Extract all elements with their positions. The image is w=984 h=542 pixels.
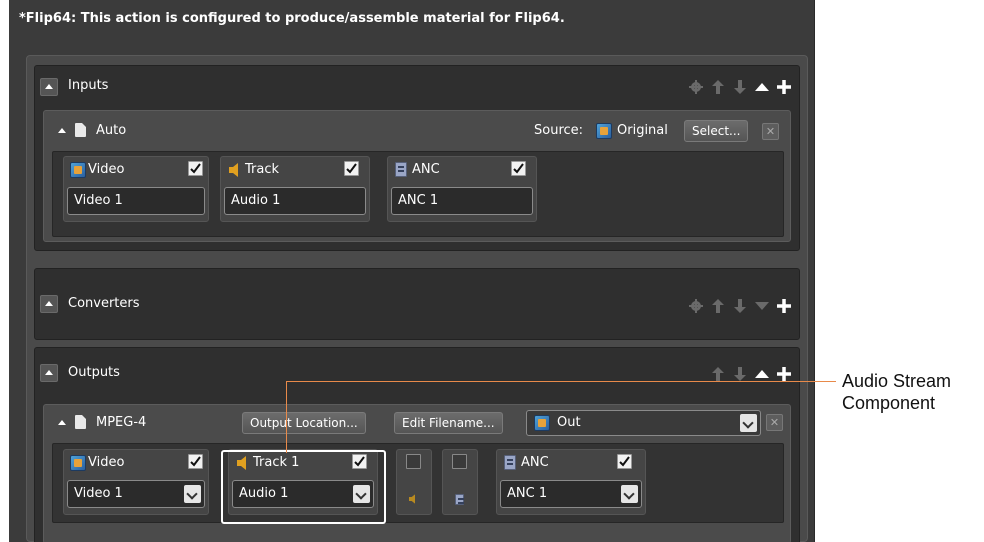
triangle-down-icon[interactable]	[755, 298, 769, 314]
gear-icon[interactable]	[689, 79, 703, 95]
video-label: Video	[88, 162, 125, 177]
video-select-value: Video 1	[74, 486, 123, 501]
sections-container: Inputs Auto Source: Original Select... ✕	[26, 55, 808, 542]
speaker-icon	[229, 163, 238, 177]
callout-line-vertical	[286, 381, 287, 453]
anc-label: ANC	[412, 162, 440, 177]
converters-collapse-button[interactable]	[40, 295, 58, 313]
chevron-down-icon[interactable]	[184, 485, 201, 503]
mpeg4-collapse-icon[interactable]	[58, 420, 66, 425]
source-label: Source:	[534, 123, 584, 138]
select-button[interactable]: Select...	[684, 120, 749, 142]
converters-section: Converters	[34, 268, 800, 340]
speaker-icon	[409, 494, 415, 504]
anc-icon	[395, 162, 407, 177]
inputs-collapse-button[interactable]	[40, 78, 58, 96]
action-panel: *Flip64: This action is configured to pr…	[9, 0, 815, 542]
document-icon	[75, 415, 86, 429]
gear-icon[interactable]	[689, 298, 703, 314]
arrow-down-icon[interactable]	[733, 298, 747, 314]
output-location-button[interactable]: Output Location...	[242, 412, 366, 434]
inputs-section: Inputs Auto Source: Original Select... ✕	[34, 65, 800, 251]
plus-icon[interactable]	[777, 366, 791, 382]
film-icon	[534, 415, 550, 431]
out-select-value: Out	[557, 415, 581, 430]
input-component-anc: ANC ANC 1	[387, 156, 537, 222]
track-checkbox[interactable]	[344, 161, 359, 176]
triangle-up-icon[interactable]	[755, 79, 769, 95]
video-checkbox[interactable]	[188, 161, 203, 176]
video-icon	[70, 455, 86, 471]
inputs-header: Inputs	[35, 66, 799, 106]
empty-anc-checkbox[interactable]	[452, 454, 467, 469]
close-icon[interactable]: ✕	[762, 123, 779, 140]
auto-collapse-icon[interactable]	[58, 128, 66, 133]
source-value: Original	[617, 123, 668, 138]
video-label: Video	[88, 455, 125, 470]
track-label: Track	[245, 162, 280, 177]
converters-toolbar	[689, 295, 791, 317]
chevron-down-icon[interactable]	[740, 414, 757, 432]
document-icon	[75, 123, 86, 137]
film-icon	[596, 123, 612, 139]
auto-title: Auto	[96, 123, 127, 138]
panel-header: *Flip64: This action is configured to pr…	[19, 11, 565, 26]
outputs-title: Outputs	[68, 365, 120, 380]
video-select[interactable]: Video 1	[67, 480, 205, 508]
callout-line-horizontal	[286, 381, 836, 382]
anc-checkbox[interactable]	[617, 454, 632, 469]
anc-icon	[504, 455, 516, 470]
outputs-header: Outputs	[35, 348, 799, 388]
output-item-mpeg4: MPEG-4 Output Location... Edit Filename.…	[43, 404, 791, 542]
edit-filename-button[interactable]: Edit Filename...	[394, 412, 503, 434]
anc-field[interactable]: ANC 1	[391, 187, 533, 215]
inputs-title: Inputs	[68, 78, 109, 93]
output-component-anc: ANC ANC 1	[496, 449, 646, 515]
out-select[interactable]: Out	[526, 410, 761, 436]
outputs-section: Outputs MPEG-4 Output Location... Edit F…	[34, 347, 800, 542]
video-icon	[70, 162, 86, 178]
input-component-video: Video Video 1	[63, 156, 209, 222]
anc-checkbox[interactable]	[511, 161, 526, 176]
empty-audio-checkbox[interactable]	[406, 454, 421, 469]
input-item-auto: Auto Source: Original Select... ✕ Video …	[43, 110, 791, 242]
arrow-up-icon[interactable]	[711, 366, 725, 382]
inputs-toolbar	[689, 76, 791, 98]
track-field[interactable]: Audio 1	[224, 187, 366, 215]
video-field[interactable]: Video 1	[67, 187, 205, 215]
anc-icon	[455, 494, 464, 505]
plus-icon[interactable]	[777, 298, 791, 314]
input-components-area: Video Video 1 Track Audio 1 ANC ANC 1	[52, 151, 784, 237]
callout-line1: Audio Stream	[842, 371, 952, 391]
output-components-area: Video Video 1 Track 1 Audio 1 ANC ANC 1	[52, 443, 784, 523]
outputs-collapse-button[interactable]	[40, 364, 58, 382]
callout-label: Audio Stream Component	[842, 370, 951, 414]
plus-icon[interactable]	[777, 79, 791, 95]
output-component-empty-audio	[396, 449, 432, 515]
output-component-video: Video Video 1	[63, 449, 209, 515]
triangle-up-icon[interactable]	[755, 366, 769, 382]
converters-title: Converters	[68, 296, 140, 311]
video-checkbox[interactable]	[188, 454, 203, 469]
anc-label: ANC	[521, 455, 549, 470]
input-component-track: Track Audio 1	[220, 156, 370, 222]
close-icon[interactable]: ✕	[766, 414, 783, 431]
anc-select[interactable]: ANC 1	[500, 480, 642, 508]
arrow-up-icon[interactable]	[711, 298, 725, 314]
audio-stream-highlight	[221, 450, 386, 524]
arrow-down-icon[interactable]	[733, 366, 747, 382]
output-component-empty-anc	[442, 449, 478, 515]
arrow-up-icon[interactable]	[711, 79, 725, 95]
chevron-down-icon[interactable]	[621, 485, 638, 503]
mpeg4-title: MPEG-4	[96, 415, 147, 430]
arrow-down-icon[interactable]	[733, 79, 747, 95]
anc-select-value: ANC 1	[507, 486, 548, 501]
callout-line2: Component	[842, 393, 936, 413]
